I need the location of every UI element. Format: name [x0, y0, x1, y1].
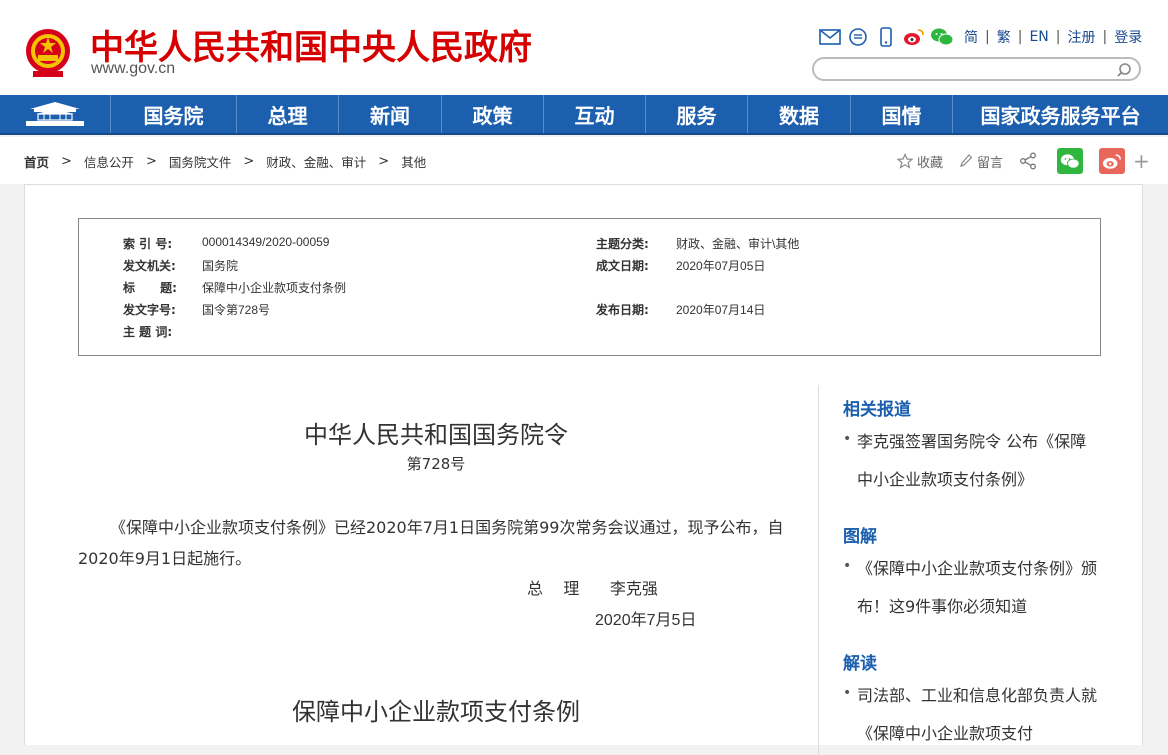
index-label: 索 引 号: [123, 237, 173, 251]
breadcrumb: 首页 > 信息公开 > 国务院文件 > 财政、金融、审计 > 其他 [24, 152, 426, 171]
share-icon [1020, 152, 1036, 170]
title-label: 标 题: [123, 281, 177, 295]
main-nav: 国务院 总理 新闻 政策 互动 服务 数据 国情 国家政务服务平台 [0, 95, 1168, 135]
signature-date: 2020年7月5日 [595, 612, 697, 629]
share-wechat-button[interactable] [1057, 148, 1084, 174]
written-date-label: 成文日期: [596, 259, 649, 273]
nav-item-premier[interactable]: 总理 [236, 95, 338, 133]
site-url[interactable]: www.gov.cn [91, 60, 175, 78]
related-item-link[interactable]: • 李克强签署国务院令 公布《保障中小企业款项支付条例》 [841, 423, 1101, 499]
nav-item-policy[interactable]: 政策 [441, 95, 543, 133]
breadcrumb-other[interactable]: 其他 [401, 152, 426, 171]
nav-item-data[interactable]: 数据 [747, 95, 850, 133]
separator: | [1055, 29, 1061, 45]
search-box [812, 57, 1141, 81]
nav-item-service-platform[interactable]: 国家政务服务平台 [952, 95, 1168, 133]
search-input[interactable] [824, 59, 1114, 80]
share-bar: 收藏 留言 + [897, 148, 1150, 174]
separator: | [985, 29, 990, 45]
issuer-label: 发文机关: [123, 259, 176, 273]
wechat-icon [1060, 153, 1080, 169]
related-heading: 相关报道 [843, 400, 911, 420]
nav-item-national-info[interactable]: 国情 [850, 95, 952, 133]
star-icon [897, 153, 913, 169]
separator: | [1017, 29, 1023, 45]
breadcrumb-finance[interactable]: 财政、金融、审计 [266, 152, 366, 171]
bullet-icon: • [843, 558, 852, 574]
graphic-item-text: 《保障中小企业款项支付条例》颁布！这9件事你必须知道 [857, 559, 1098, 616]
pencil-icon [960, 154, 973, 167]
chevron-right-icon: > [378, 154, 390, 169]
nav-item-services[interactable]: 服务 [645, 95, 747, 133]
related-item-text: 李克强签署国务院令 公布《保障中小企业款项支付条例》 [857, 432, 1087, 489]
content-panel: 索 引 号: 000014349/2020-00059 主题分类: 财政、金融、… [24, 184, 1143, 755]
collect-label: 收藏 [917, 155, 944, 171]
mobile-icon[interactable] [874, 26, 898, 48]
collect-button[interactable]: 收藏 [897, 152, 943, 171]
graphic-item-link[interactable]: • 《保障中小企业款项支付条例》颁布！这9件事你必须知道 [841, 550, 1101, 626]
top-tools: 简 | 繁 | EN | 注册 | 登录 [818, 26, 1142, 48]
login-link[interactable]: 登录 [1114, 27, 1142, 47]
nav-item-news[interactable]: 新闻 [338, 95, 441, 133]
comment-button[interactable]: 留言 [959, 152, 1003, 171]
site-header: 中华人民共和国中央人民政府 www.gov.cn 简 | 繁 | EN | 注册… [0, 0, 1168, 95]
doc-number-label: 发文字号: [123, 303, 176, 317]
decree-number: 第728号 [406, 455, 466, 473]
breadcrumb-info-public[interactable]: 信息公开 [84, 152, 134, 171]
separator: | [1102, 29, 1108, 45]
breadcrumb-state-docs[interactable]: 国务院文件 [169, 152, 232, 171]
traditional-link[interactable]: 繁 [997, 27, 1011, 47]
regulation-title: 保障中小企业款项支付条例 [292, 698, 580, 726]
keywords-label: 主 题 词: [123, 325, 173, 339]
more-share-button[interactable]: + [1133, 149, 1150, 173]
related-sidebar: 相关报道 • 李克强签署国务院令 公布《保障中小企业款项支付条例》 图解 • 《… [818, 385, 1118, 755]
document-info-box: 索 引 号: 000014349/2020-00059 主题分类: 财政、金融、… [78, 218, 1101, 356]
comment-label: 留言 [977, 155, 1004, 171]
interpret-item-text: 司法部、工业和信息化部负责人就《保障中小企业款项支付 [857, 686, 1098, 743]
signature: 总 理 李克强 [527, 579, 658, 598]
publish-date-value: 2020年07月14日 [676, 303, 766, 317]
chevron-right-icon: > [61, 154, 72, 169]
share-weibo-button[interactable] [1099, 148, 1126, 174]
national-emblem-icon[interactable] [23, 25, 73, 80]
title-value: 保障中小企业款项支付条例 [202, 281, 347, 295]
interpret-heading: 解读 [843, 654, 877, 674]
search-icon[interactable] [1115, 61, 1133, 79]
decree-title: 中华人民共和国国务院令 [304, 421, 568, 449]
share-button[interactable] [1019, 152, 1041, 170]
publish-date-label: 发布日期: [596, 303, 649, 317]
breadcrumb-bar: 首页 > 信息公开 > 国务院文件 > 财政、金融、审计 > 其他 收藏 留言 … [0, 137, 1168, 184]
chevron-right-icon: > [243, 154, 255, 169]
topic-label: 主题分类: [596, 237, 649, 251]
written-date-value: 2020年07月05日 [676, 259, 766, 273]
weibo-icon [1102, 153, 1121, 169]
graphic-heading: 图解 [843, 527, 877, 547]
nav-item-state-council[interactable]: 国务院 [110, 95, 236, 133]
index-value: 000014349/2020-00059 [202, 235, 330, 249]
topic-value: 财政、金融、审计\其他 [676, 237, 800, 251]
nav-items: 国务院 总理 新闻 政策 互动 服务 数据 国情 国家政务服务平台 [110, 95, 1168, 133]
language-links: 简 | 繁 | EN | 注册 | 登录 [964, 27, 1142, 47]
tiananmen-logo-icon[interactable] [0, 95, 110, 133]
decree-paragraph: 《保障中小企业款项支付条例》已经2020年7月1日国务院第99次常务会议通过，现… [78, 518, 784, 568]
bullet-icon: • [843, 685, 852, 701]
register-link[interactable]: 注册 [1067, 27, 1095, 47]
doc-number-value: 国令第728号 [202, 303, 271, 317]
bullet-icon: • [843, 431, 852, 447]
breadcrumb-home[interactable]: 首页 [24, 152, 49, 171]
mail-icon[interactable] [818, 26, 842, 48]
english-link[interactable]: EN [1029, 29, 1048, 45]
chevron-right-icon: > [145, 154, 157, 169]
weibo-icon[interactable] [902, 26, 926, 48]
issuer-value: 国务院 [202, 259, 239, 273]
nav-item-interaction[interactable]: 互动 [543, 95, 645, 133]
simplified-link[interactable]: 简 [964, 27, 978, 47]
message-icon[interactable] [846, 26, 870, 48]
interpret-item-link[interactable]: • 司法部、工业和信息化部负责人就《保障中小企业款项支付 [841, 677, 1101, 753]
wechat-icon[interactable] [930, 26, 954, 48]
